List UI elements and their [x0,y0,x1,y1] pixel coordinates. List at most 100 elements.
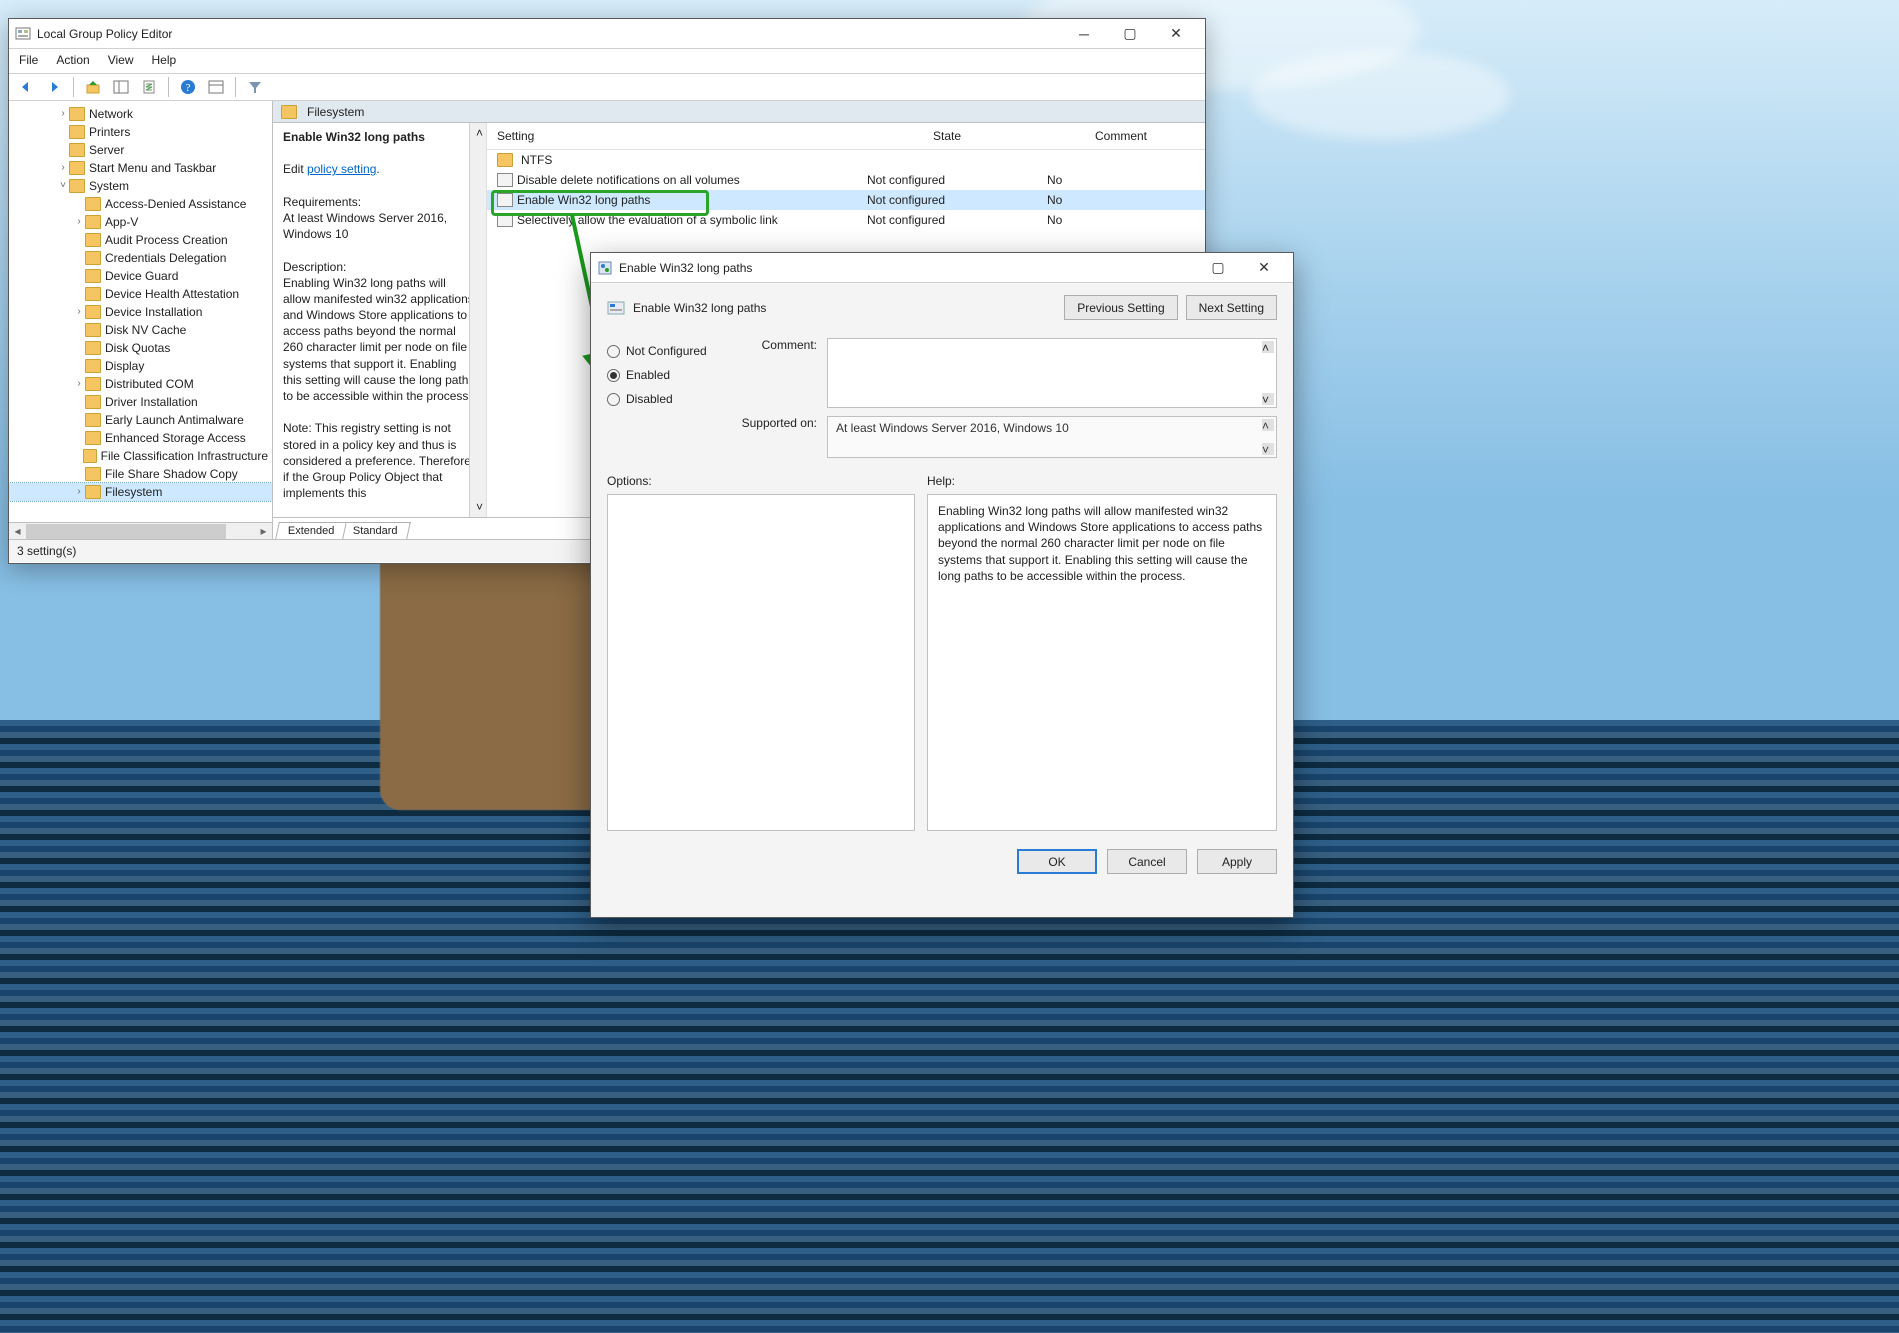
policy-icon [497,173,513,187]
radio-icon [607,345,620,358]
menu-action[interactable]: Action [56,53,89,67]
tree-node[interactable]: Driver Installation [9,393,272,411]
tree-node[interactable]: ˅System [9,177,272,195]
expand-icon[interactable]: › [73,375,85,393]
menu-view[interactable]: View [108,53,134,67]
tree-node[interactable]: Access-Denied Assistance [9,195,272,213]
tree-node[interactable]: Device Guard [9,267,272,285]
tree-node[interactable]: Disk Quotas [9,339,272,357]
maximize-button[interactable]: ▢ [1107,19,1153,48]
radio-not-configured[interactable]: Not Configured [607,344,737,358]
menu-help[interactable]: Help [152,53,177,67]
folder-icon [85,467,101,481]
tree-node[interactable]: Disk NV Cache [9,321,272,339]
forward-button[interactable] [43,76,65,98]
breadcrumb-text: Filesystem [307,105,364,119]
tree-node[interactable]: File Classification Infrastructure [9,447,272,465]
dialog-maximize-button[interactable]: ▢ [1195,253,1241,282]
tree-node[interactable]: › Distributed COM [9,375,272,393]
tree-node[interactable]: Printers [9,123,272,141]
settings-row[interactable]: NTFS [487,150,1205,170]
tree-h-scrollbar[interactable]: ◂ ▸ [9,522,272,539]
supported-value: At least Windows Server 2016, Windows 10 [836,421,1069,435]
tree-node-label: Credentials Delegation [105,249,226,267]
expand-icon[interactable]: › [73,483,85,501]
requirements-label: Requirements: [283,195,361,209]
selected-policy-name: Enable Win32 long paths [283,130,425,144]
tree-node[interactable]: ›Device Installation [9,303,272,321]
tree-node[interactable]: ›Filesystem [9,483,272,501]
minimize-button[interactable]: ─ [1061,19,1107,48]
radio-disabled[interactable]: Disabled [607,392,737,406]
folder-icon [85,431,101,445]
policy-dialog: Enable Win32 long paths ▢ ✕ Enable Win32… [590,252,1294,918]
row-comment: No [1037,213,1205,227]
tree-node[interactable]: › App-V [9,213,272,231]
folder-icon [69,179,85,193]
comment-textbox[interactable]: ˄ ˅ [827,338,1277,408]
filter-button[interactable] [244,76,266,98]
desc-v-scrollbar[interactable]: ˄ ˅ [469,123,486,517]
policy-tree[interactable]: ›NetworkPrintersServer›Start Menu and Ta… [9,101,272,522]
ok-button[interactable]: OK [1017,849,1097,874]
tab-standard[interactable]: Standard [341,522,411,539]
folder-icon [85,377,101,391]
row-setting-label: Enable Win32 long paths [517,193,650,207]
gpedit-titlebar[interactable]: Local Group Policy Editor ─ ▢ ✕ [9,19,1205,49]
tree-node[interactable]: Device Health Attestation [9,285,272,303]
help-pane: Enabling Win32 long paths will allow man… [927,494,1277,831]
radio-enabled[interactable]: Enabled [607,368,737,382]
expand-icon[interactable]: › [57,105,69,123]
tree-node-label: Distributed COM [105,375,194,393]
gpedit-icon [15,26,31,42]
menu-file[interactable]: File [19,53,38,67]
export-list-button[interactable] [138,76,160,98]
tree-node[interactable]: Server [9,141,272,159]
tree-node[interactable]: Early Launch Antimalware [9,411,272,429]
options-pane[interactable] [607,494,915,831]
back-button[interactable] [15,76,37,98]
tree-node[interactable]: › Start Menu and Taskbar [9,159,272,177]
tree-node[interactable]: Credentials Delegation [9,249,272,267]
collapse-icon[interactable]: ˅ [57,177,69,195]
list-header[interactable]: Setting State Comment [487,123,1205,150]
help-button[interactable]: ? [177,76,199,98]
apply-button[interactable]: Apply [1197,849,1277,874]
up-folder-button[interactable] [82,76,104,98]
folder-icon [85,269,101,283]
tree-node[interactable]: File Share Shadow Copy [9,465,272,483]
supported-label: Supported on: [737,416,827,430]
tree-node-label: Disk Quotas [105,339,170,357]
settings-row[interactable]: Selectively allow the evaluation of a sy… [487,210,1205,230]
tree-node-label: App-V [105,213,138,231]
col-state[interactable]: State [857,123,1037,149]
show-hide-tree-button[interactable] [110,76,132,98]
tree-node[interactable]: Display [9,357,272,375]
tree-node-label: Start Menu and Taskbar [89,159,216,177]
expand-icon[interactable]: › [73,303,85,321]
requirements-text: At least Windows Server 2016, Windows 10 [283,211,447,241]
tree-node[interactable]: Audit Process Creation [9,231,272,249]
tree-node[interactable]: ›Network [9,105,272,123]
breadcrumb: Filesystem [273,101,1205,123]
previous-setting-button[interactable]: Previous Setting [1064,295,1177,320]
expand-icon[interactable]: › [57,159,69,177]
settings-row[interactable]: Enable Win32 long pathsNot configuredNo [487,190,1205,210]
folder-icon [85,341,101,355]
tab-extended[interactable]: Extended [275,522,347,539]
settings-row[interactable]: Disable delete notifications on all volu… [487,170,1205,190]
edit-policy-link[interactable]: policy setting [307,162,376,176]
folder-icon [69,107,85,121]
close-button[interactable]: ✕ [1153,19,1199,48]
tree-node[interactable]: Enhanced Storage Access [9,429,272,447]
col-comment[interactable]: Comment [1037,123,1205,149]
help-label: Help: [927,474,955,488]
next-setting-button[interactable]: Next Setting [1186,295,1277,320]
col-setting[interactable]: Setting [487,123,857,149]
cancel-button[interactable]: Cancel [1107,849,1187,874]
dialog-titlebar[interactable]: Enable Win32 long paths ▢ ✕ [591,253,1293,283]
expand-icon[interactable]: › [73,213,85,231]
dialog-close-button[interactable]: ✕ [1241,253,1287,282]
properties-button[interactable] [205,76,227,98]
tree-node-label: File Classification Infrastructure [101,447,268,465]
